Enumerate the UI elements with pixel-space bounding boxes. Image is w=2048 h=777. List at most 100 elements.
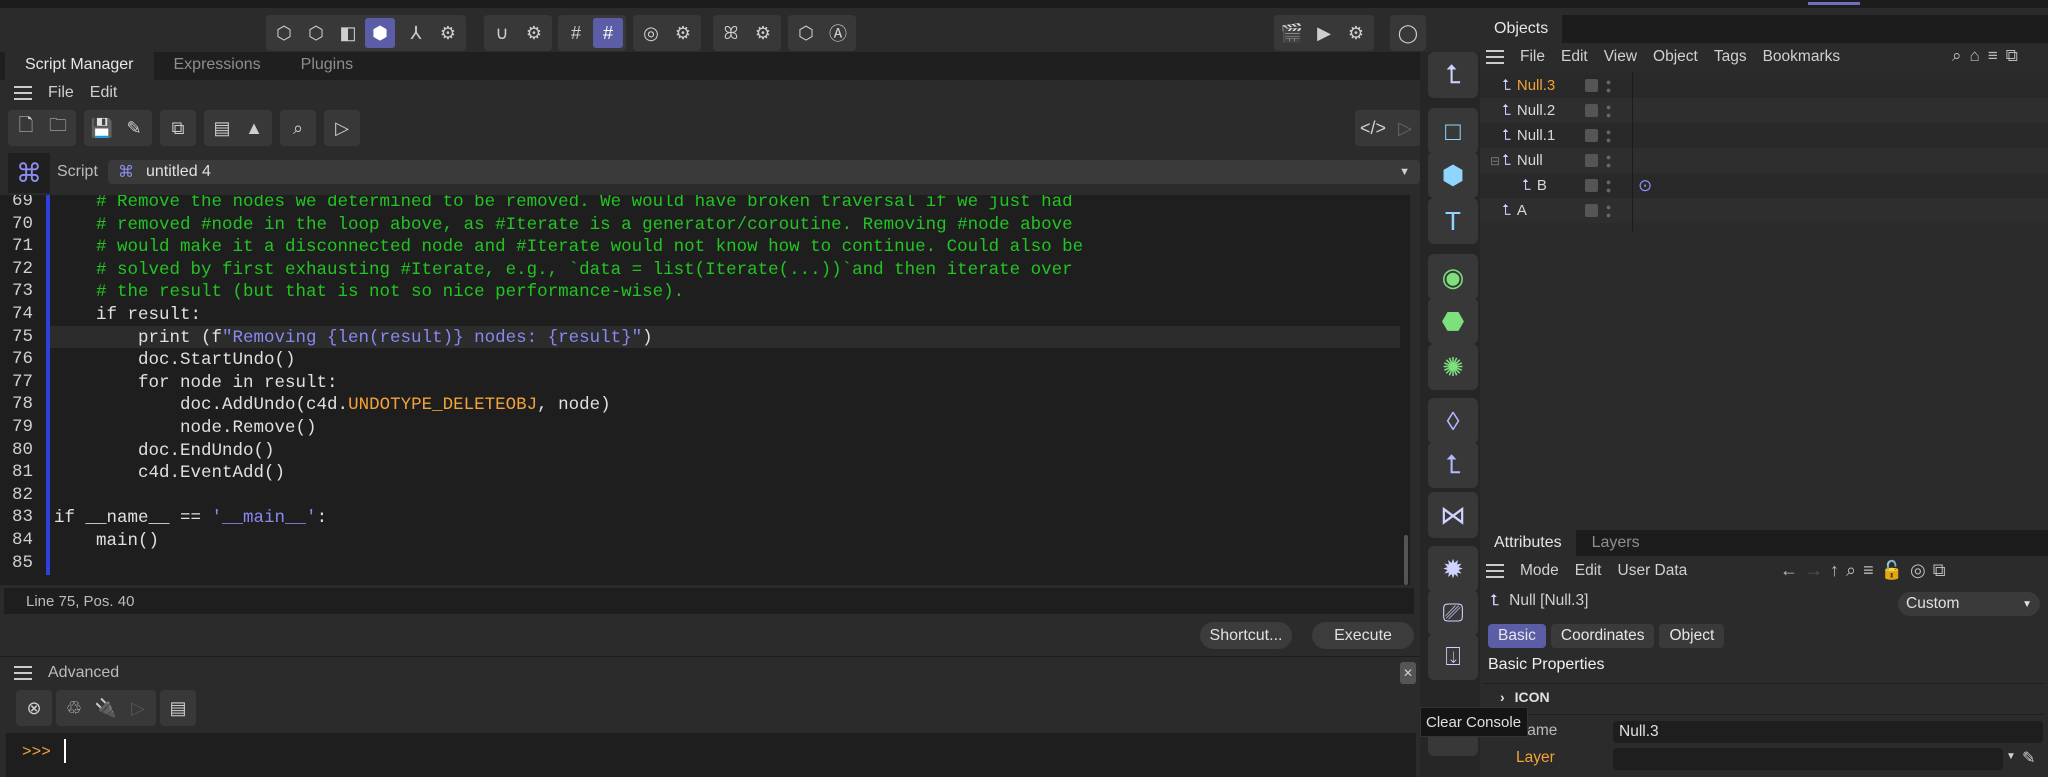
document-icon[interactable]: ▤: [163, 693, 193, 723]
edit-visibility-icon[interactable]: [1584, 104, 1598, 117]
open-folder-icon[interactable]: 🗀: [43, 113, 73, 143]
null-icon[interactable]: ⮤: [1428, 52, 1478, 98]
toolbar-tool-icon[interactable]: #: [593, 18, 623, 48]
object-row[interactable]: ⮤ Null.3 ● ●: [1480, 73, 2048, 98]
toolbar-tool-icon[interactable]: Ⓐ: [823, 18, 853, 48]
save-as-icon[interactable]: ✎: [119, 113, 149, 143]
render-tool-icon[interactable]: ▶: [1309, 18, 1339, 48]
render-tool-icon[interactable]: ⚙: [1341, 18, 1371, 48]
close-icon[interactable]: ✕: [1400, 662, 1416, 684]
subtab-basic[interactable]: Basic: [1488, 624, 1546, 648]
toolbar-tool-icon[interactable]: ◎: [636, 18, 666, 48]
render-tool-icon[interactable]: 🎬: [1277, 18, 1307, 48]
toolbar-tool-icon[interactable]: ꕤ: [716, 18, 746, 48]
visibility-dots-icon[interactable]: ● ●: [1606, 177, 1611, 194]
chevron-down-icon[interactable]: ▼: [2006, 751, 2016, 762]
menu-bookmarks[interactable]: Bookmarks: [1763, 48, 1841, 66]
render-tag-icon[interactable]: ⍗: [1428, 634, 1478, 680]
menu-edit[interactable]: Edit: [90, 84, 118, 102]
icon-group[interactable]: › ICON: [1500, 689, 1550, 705]
search-icon[interactable]: ⌕: [1846, 560, 1856, 581]
menu-file[interactable]: File: [1520, 48, 1545, 66]
visibility-dots-icon[interactable]: ● ●: [1606, 202, 1611, 219]
edit-visibility-icon[interactable]: [1584, 129, 1598, 142]
toolbar-tool-icon[interactable]: ⬡: [301, 18, 331, 48]
circle-icon[interactable]: ◯: [1393, 18, 1423, 48]
object-name[interactable]: B: [1537, 177, 1577, 194]
menu-view[interactable]: View: [1604, 48, 1637, 66]
clapper-icon[interactable]: ▤: [207, 113, 237, 143]
name-field[interactable]: Null.3: [1613, 721, 2043, 743]
subdivision-icon[interactable]: ◉: [1428, 254, 1478, 300]
home-icon[interactable]: ⌂: [1970, 46, 1980, 66]
camera-icon[interactable]: ⎚: [1428, 590, 1478, 636]
sky-icon[interactable]: ✹: [1428, 546, 1478, 592]
toolbar-tool-icon[interactable]: ◧: [333, 18, 363, 48]
visibility-dots-icon[interactable]: ● ●: [1606, 77, 1611, 94]
menu-file[interactable]: File: [48, 84, 74, 102]
tab-objects[interactable]: Objects: [1480, 15, 1563, 43]
play-icon[interactable]: ▷: [123, 693, 153, 723]
scrollbar[interactable]: [1404, 535, 1408, 585]
toolbar-tool-icon[interactable]: ⬡: [269, 18, 299, 48]
target-icon[interactable]: ◎: [1910, 560, 1926, 581]
forward-arrow-icon[interactable]: →: [1805, 560, 1823, 581]
toolbar-tool-icon[interactable]: #: [561, 18, 591, 48]
target-tag-icon[interactable]: ⊙: [1638, 176, 1652, 196]
hamburger-icon[interactable]: [14, 666, 32, 680]
object-row[interactable]: ⮤ A ● ●: [1480, 198, 2048, 223]
tab-expressions[interactable]: Expressions: [154, 50, 281, 80]
hamburger-icon[interactable]: [1486, 564, 1504, 578]
subtab-object[interactable]: Object: [1659, 624, 1725, 648]
cube-icon[interactable]: ⬢: [1428, 152, 1478, 198]
run-script-icon[interactable]: ▷: [327, 113, 357, 143]
shortcut-button[interactable]: Shortcut...: [1200, 622, 1292, 649]
toolbar-tool-icon[interactable]: ⚙: [748, 18, 778, 48]
edit-visibility-icon[interactable]: [1584, 79, 1598, 92]
layer-field[interactable]: [1613, 748, 2003, 770]
find-icon[interactable]: ⌕: [283, 113, 313, 143]
code-editor[interactable]: 69 # Remove the nodes we determined to b…: [0, 195, 1410, 585]
menu-object[interactable]: Object: [1653, 48, 1698, 66]
visibility-dots-icon[interactable]: ● ●: [1606, 127, 1611, 144]
tab-attributes[interactable]: Attributes: [1480, 530, 1576, 556]
filter-icon[interactable]: ≡: [1988, 46, 1998, 66]
edit-visibility-icon[interactable]: [1584, 179, 1598, 192]
text-icon[interactable]: T: [1428, 198, 1478, 244]
hamburger-icon[interactable]: [14, 86, 32, 100]
lock-icon[interactable]: 🔓: [1881, 560, 1903, 581]
save-icon[interactable]: 💾: [87, 113, 117, 143]
plug-icon[interactable]: 🔌: [91, 693, 121, 723]
tab-layers[interactable]: Layers: [1576, 530, 1656, 556]
menu-tags[interactable]: Tags: [1714, 48, 1747, 66]
object-row[interactable]: ⮤ Null.2 ● ●: [1480, 98, 2048, 123]
preset-dropdown[interactable]: Custom ▼: [1898, 592, 2040, 616]
coordinate-icon[interactable]: ⮤: [1428, 442, 1478, 488]
toolbar-tool-icon[interactable]: ⚙: [433, 18, 463, 48]
back-arrow-icon[interactable]: ←: [1780, 560, 1798, 581]
recycle-icon[interactable]: ♲: [59, 693, 89, 723]
object-row[interactable]: ⮤ B ● ● ⊙: [1480, 173, 2048, 198]
visibility-dots-icon[interactable]: ● ●: [1606, 102, 1611, 119]
object-name[interactable]: Null.2: [1517, 102, 1577, 119]
object-name[interactable]: Null.3: [1517, 77, 1577, 94]
object-name[interactable]: Null.1: [1517, 127, 1577, 144]
toolbar-tool-icon[interactable]: ⬡: [791, 18, 821, 48]
subtab-coordinates[interactable]: Coordinates: [1550, 624, 1655, 648]
code-view-icon[interactable]: </>: [1358, 113, 1388, 143]
up-arrow-icon[interactable]: ↑: [1830, 560, 1839, 581]
bend-icon[interactable]: ◊: [1428, 398, 1478, 444]
object-name[interactable]: A: [1517, 202, 1577, 219]
eyedropper-icon[interactable]: ✎: [2022, 748, 2035, 768]
toolbar-tool-icon[interactable]: ⚙: [668, 18, 698, 48]
object-row[interactable]: ⮤ Null.1 ● ●: [1480, 123, 2048, 148]
new-window-icon[interactable]: ⧉: [1933, 560, 1946, 581]
execute-button[interactable]: Execute: [1312, 622, 1414, 649]
image-icon[interactable]: ▲: [239, 113, 269, 143]
scene-icon[interactable]: ⋈: [1428, 492, 1478, 538]
toolbar-tool-icon[interactable]: ⚙: [519, 18, 549, 48]
toolbar-tool-icon[interactable]: ∪: [487, 18, 517, 48]
menu-user-data[interactable]: User Data: [1618, 562, 1688, 580]
filter-icon[interactable]: ≡: [1863, 560, 1874, 581]
visibility-dots-icon[interactable]: ● ●: [1606, 152, 1611, 169]
